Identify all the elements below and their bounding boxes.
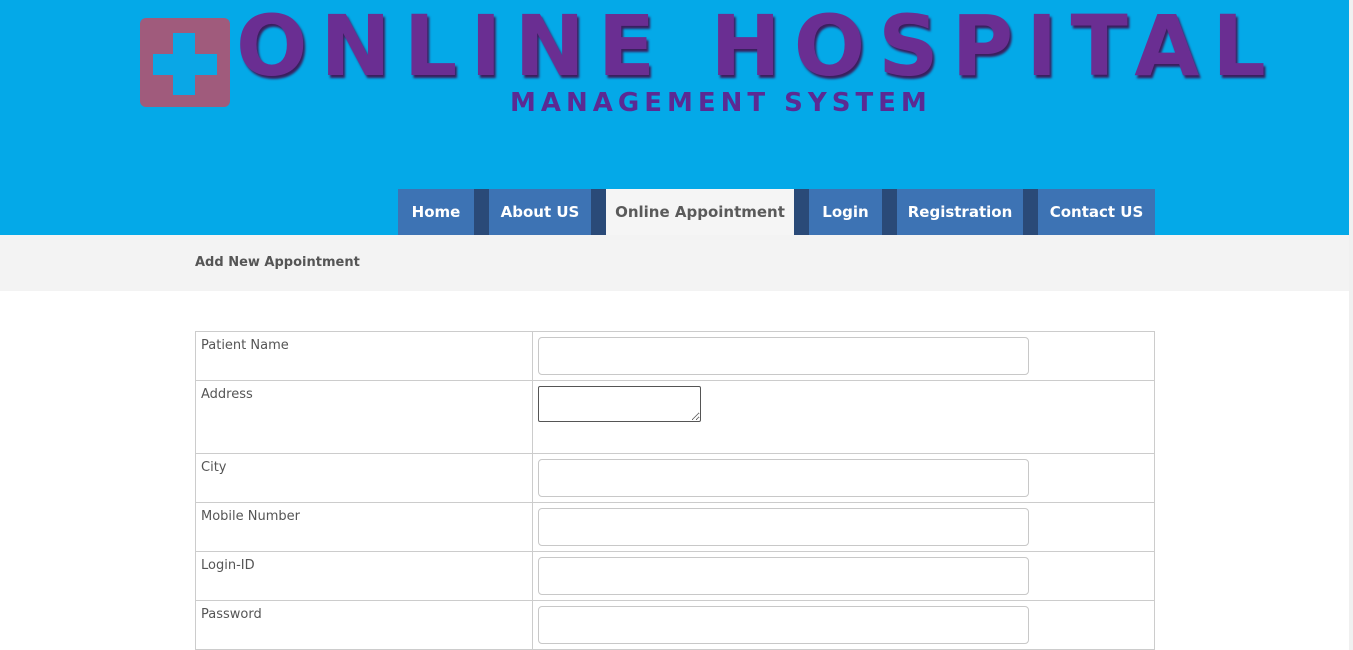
nav-separator [474,189,489,235]
city-input[interactable] [538,459,1029,497]
password-input[interactable] [538,606,1029,644]
logo-subtitle: MANAGEMENT SYSTEM [510,88,932,118]
patient-name-input[interactable] [538,337,1029,375]
login-id-input[interactable] [538,557,1029,595]
mobile-number-label: Mobile Number [195,502,533,552]
hospital-cross-icon [140,18,230,107]
nav-separator [1023,189,1038,235]
form-row-password: Password [195,600,1155,650]
nav-item-login[interactable]: Login [809,189,882,235]
page-title: Add New Appointment [195,255,360,270]
nav-item-registration[interactable]: Registration [897,189,1023,235]
address-textarea[interactable] [538,386,701,422]
patient-name-label: Patient Name [195,331,533,381]
login-id-label: Login-ID [195,551,533,601]
scrollbar[interactable] [1349,0,1353,650]
form-row-login-id: Login-ID [195,551,1155,601]
nav-item-contact-us[interactable]: Contact US [1038,189,1155,235]
form-row-address: Address [195,380,1155,454]
address-label: Address [195,380,533,454]
nav-item-about-us[interactable]: About US [489,189,591,235]
password-label: Password [195,600,533,650]
page-title-bar: Add New Appointment [0,235,1349,291]
form-row-patient-name: Patient Name [195,331,1155,381]
city-label: City [195,453,533,503]
nav-item-online-appointment[interactable]: Online Appointment [606,189,794,235]
form-row-mobile-number: Mobile Number [195,502,1155,552]
mobile-number-input[interactable] [538,508,1029,546]
form-row-city: City [195,453,1155,503]
main-nav: Home About US Online Appointment Login R… [0,189,1349,235]
nav-separator [794,189,809,235]
appointment-form: Patient Name Address City Mobile Number … [195,331,1155,650]
logo-title: ONLINE HOSPITAL [236,0,1279,95]
site-header: ONLINE HOSPITAL MANAGEMENT SYSTEM Home A… [0,0,1349,235]
nav-item-home[interactable]: Home [398,189,474,235]
nav-separator [882,189,897,235]
nav-separator [591,189,606,235]
